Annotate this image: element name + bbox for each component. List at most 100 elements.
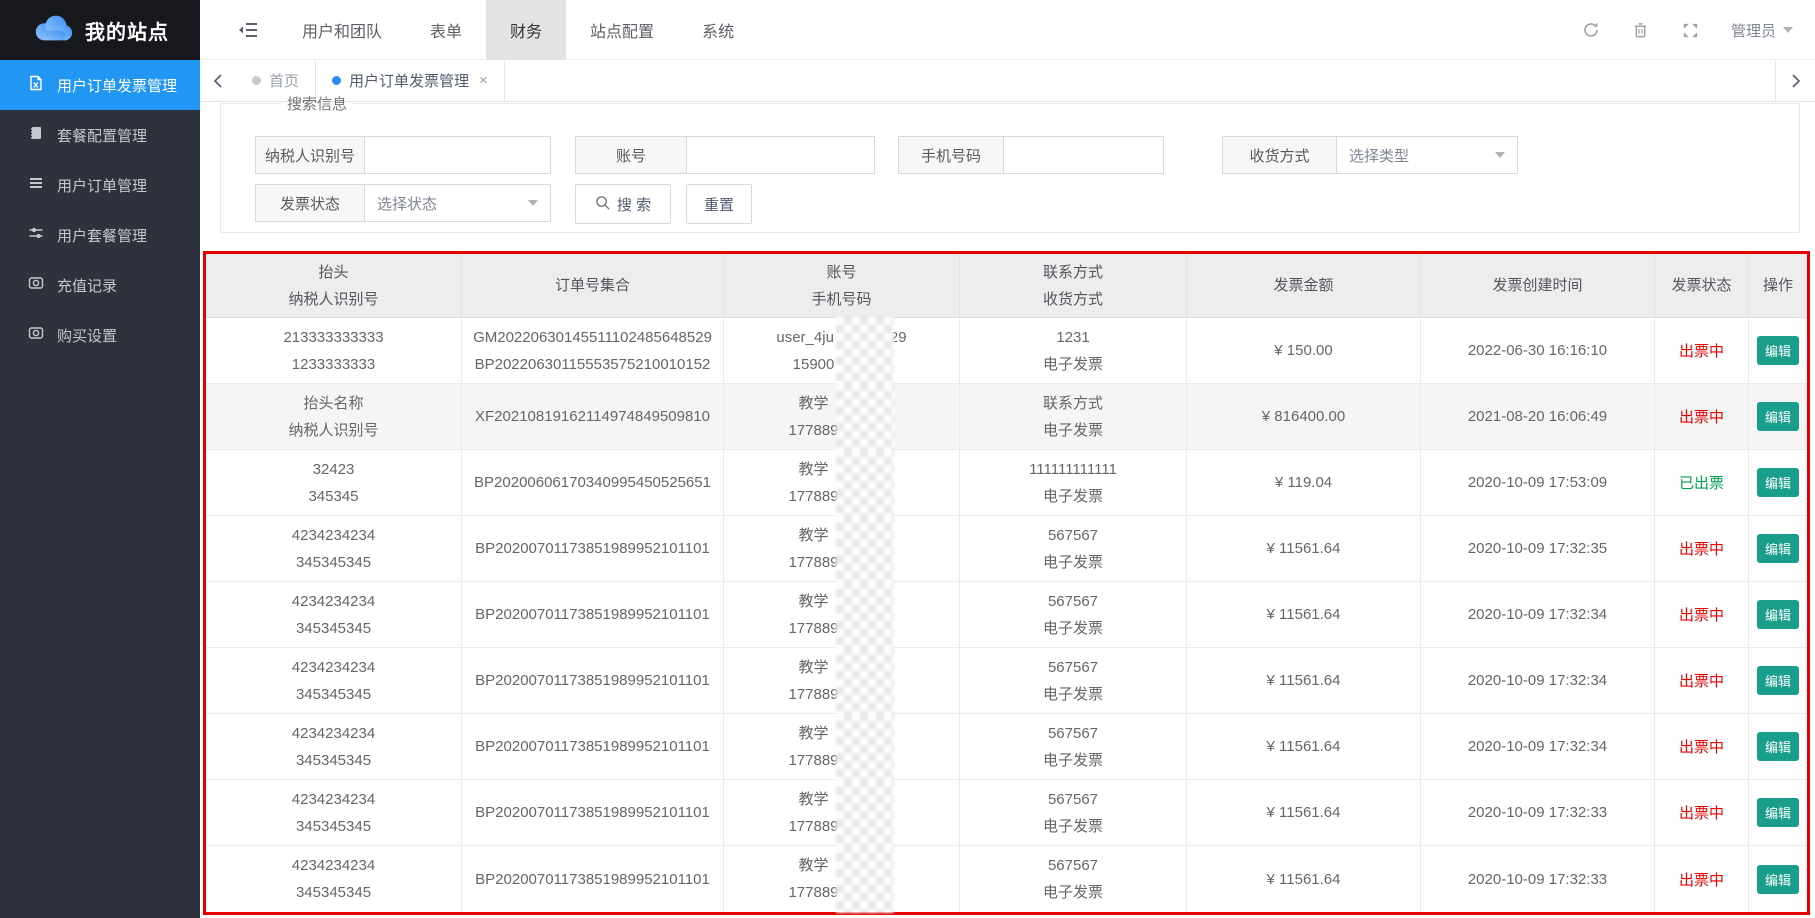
cell-title: 4234234234 345345345 [206, 582, 462, 647]
taxpayer-id-input[interactable] [365, 136, 551, 174]
cell-account: 教学 177889 [724, 648, 960, 713]
nav-item-forms[interactable]: 表单 [406, 0, 486, 60]
reset-button-label: 重置 [704, 194, 734, 215]
cell-created: 2020-10-09 17:32:34 [1421, 714, 1655, 779]
cell-orders: GM20220630145511102485648529 BP202206301… [462, 318, 724, 383]
edit-button[interactable]: 编辑 [1757, 600, 1799, 629]
invoice-status: 出票中 [1679, 406, 1724, 427]
cell-contact: 567567 电子发票 [960, 780, 1187, 845]
edit-button[interactable]: 编辑 [1757, 336, 1799, 365]
cell-contact: 联系方式 电子发票 [960, 384, 1187, 449]
sidebar-item-order-mgmt[interactable]: 用户订单管理 [0, 160, 200, 210]
sidebar-item-label: 购买设置 [57, 325, 117, 346]
cell-title: 抬头名称 纳税人识别号 [206, 384, 462, 449]
cell-actions: 编辑 [1749, 384, 1807, 449]
cell-amount: ¥ 119.04 [1187, 450, 1421, 515]
redaction-blur [836, 845, 894, 913]
cell-created: 2021-08-20 16:06:49 [1421, 384, 1655, 449]
cell-amount: ¥ 11561.64 [1187, 714, 1421, 779]
table-row: 抬头名称 纳税人识别号 XF20210819162114974849509810… [206, 384, 1807, 450]
package-config-icon [28, 125, 44, 145]
invoice-table: 抬头纳税人识别号 订单号集合 账号手机号码 联系方式收货方式 发票金额 发票创建… [203, 251, 1810, 915]
header-status: 发票状态 [1655, 254, 1749, 317]
cell-title: 32423 345345 [206, 450, 462, 515]
cell-status: 出票中 [1655, 318, 1749, 383]
purchase-icon [28, 325, 44, 345]
phone-input[interactable] [1004, 136, 1164, 174]
redaction-blur [836, 779, 894, 846]
cell-status: 已出票 [1655, 450, 1749, 515]
top-nav: 用户和团队 表单 财务 站点配置 系统 [200, 0, 758, 60]
cell-account: 教学 177889 [724, 582, 960, 647]
table-row: 4234234234 345345345 BP20200701173851989… [206, 846, 1807, 912]
cell-status: 出票中 [1655, 714, 1749, 779]
sidebar-item-label: 用户订单管理 [57, 175, 147, 196]
cell-title: 4234234234 345345345 [206, 780, 462, 845]
edit-button[interactable]: 编辑 [1757, 798, 1799, 827]
search-panel-title: 搜索信息 [281, 93, 353, 114]
header-created: 发票创建时间 [1421, 254, 1655, 317]
cell-account: 教学 177889 [724, 846, 960, 912]
cell-contact: 1231 电子发票 [960, 318, 1187, 383]
table-row: 4234234234 345345345 BP20200701173851989… [206, 516, 1807, 582]
select-value: 选择状态 [377, 193, 437, 214]
cell-title: 213333333333 1233333333 [206, 318, 462, 383]
cell-amount: ¥ 11561.64 [1187, 648, 1421, 713]
edit-button[interactable]: 编辑 [1757, 402, 1799, 431]
reset-button[interactable]: 重置 [686, 184, 752, 224]
invoice-status-select[interactable]: 选择状态 [365, 184, 551, 222]
cell-amount: ¥ 11561.64 [1187, 516, 1421, 581]
nav-item-system[interactable]: 系统 [678, 0, 758, 60]
search-button[interactable]: 搜 索 [575, 184, 671, 224]
invoice-file-icon [28, 75, 44, 95]
fullscreen-icon[interactable] [1681, 20, 1701, 40]
invoice-status: 出票中 [1679, 869, 1724, 890]
redaction-blur [836, 515, 894, 582]
trash-icon[interactable] [1631, 20, 1651, 40]
table-header: 抬头纳税人识别号 订单号集合 账号手机号码 联系方式收货方式 发票金额 发票创建… [206, 254, 1807, 318]
sidebar: 用户订单发票管理 套餐配置管理 用户订单管理 [0, 60, 200, 918]
cell-contact: 567567 电子发票 [960, 846, 1187, 912]
admin-menu[interactable]: 管理员 [1731, 20, 1793, 41]
logo[interactable]: 我的站点 [0, 0, 200, 60]
delivery-method-select[interactable]: 选择类型 [1337, 136, 1518, 174]
cloud-logo-icon [31, 13, 75, 48]
sidebar-item-invoice-mgmt[interactable]: 用户订单发票管理 [0, 60, 200, 110]
redaction-blur [836, 647, 894, 714]
search-row-1: 纳税人识别号 账号 手机号码 收货方式 选择类型 [255, 136, 1799, 174]
edit-button[interactable]: 编辑 [1757, 666, 1799, 695]
sidebar-item-user-package[interactable]: 用户套餐管理 [0, 210, 200, 260]
invoice-status: 出票中 [1679, 538, 1724, 559]
refresh-icon[interactable] [1581, 20, 1601, 40]
invoice-status: 出票中 [1679, 670, 1724, 691]
site-title: 我的站点 [85, 16, 169, 45]
sidebar-item-package-config[interactable]: 套餐配置管理 [0, 110, 200, 160]
topbar-tools: 管理员 [1581, 0, 1793, 60]
redaction-blur [836, 713, 894, 780]
cell-actions: 编辑 [1749, 648, 1807, 713]
cell-actions: 编辑 [1749, 714, 1807, 779]
edit-button[interactable]: 编辑 [1757, 534, 1799, 563]
account-input[interactable] [687, 136, 875, 174]
cell-title: 4234234234 345345345 [206, 714, 462, 779]
close-icon[interactable]: × [479, 72, 488, 89]
edit-button[interactable]: 编辑 [1757, 865, 1799, 894]
sidebar-item-label: 套餐配置管理 [57, 125, 147, 146]
table-row: 4234234234 345345345 BP20200701173851989… [206, 714, 1807, 780]
table-row: 4234234234 345345345 BP20200701173851989… [206, 648, 1807, 714]
topbar: 我的站点 用户和团队 表单 财务 站点配置 系统 [0, 0, 1815, 60]
menu-fold-icon[interactable] [218, 0, 278, 60]
cell-orders: BP20200701173851989952101101 [462, 582, 724, 647]
invoice-status: 已出票 [1679, 472, 1724, 493]
sidebar-item-recharge-records[interactable]: 充值记录 [0, 260, 200, 310]
edit-button[interactable]: 编辑 [1757, 468, 1799, 497]
edit-button[interactable]: 编辑 [1757, 732, 1799, 761]
nav-item-users-teams[interactable]: 用户和团队 [278, 0, 406, 60]
nav-item-site-config[interactable]: 站点配置 [566, 0, 678, 60]
invoice-status-group: 发票状态 选择状态 [255, 184, 551, 222]
sidebar-item-purchase-settings[interactable]: 购买设置 [0, 310, 200, 360]
delivery-method-group: 收货方式 选择类型 [1222, 136, 1518, 174]
nav-item-finance[interactable]: 财务 [486, 0, 566, 60]
main-content: 搜索信息 纳税人识别号 账号 手机号码 收货方式 选择类型 [200, 102, 1815, 918]
header-contact: 联系方式收货方式 [960, 254, 1187, 317]
